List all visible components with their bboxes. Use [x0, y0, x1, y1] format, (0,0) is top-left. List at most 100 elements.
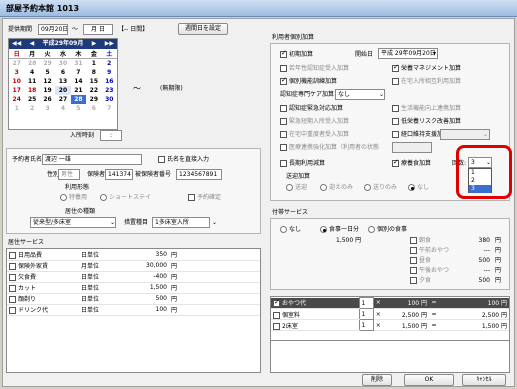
item-checkbox[interactable] — [9, 251, 16, 259]
item-checkbox[interactable] — [9, 285, 16, 292]
transport-option[interactable]: 送りのみ — [364, 183, 397, 192]
meal-radio[interactable] — [320, 226, 327, 233]
item-checkbox[interactable] — [9, 274, 16, 281]
list-item[interactable]: おやつ代 1 × 100 円 = 100 円 — [271, 297, 509, 309]
meal-item[interactable]: 朝食 — [410, 236, 431, 245]
therapy-food-checkbox[interactable]: 療養食加算 — [392, 158, 431, 168]
period-end-field[interactable]: 月 日 — [83, 24, 113, 35]
entry-time-field[interactable]: : — [100, 130, 122, 141]
transport-radio[interactable] — [408, 184, 415, 191]
chevron-down-icon[interactable]: ⌄ — [110, 218, 115, 227]
direct-entry-checkbox[interactable]: 氏名を直接入力 — [158, 155, 209, 164]
list-item[interactable]: カット 日単位 1,500 円 — [7, 282, 260, 294]
oral-support-box[interactable] — [392, 131, 399, 138]
transport-option[interactable]: 迎えのみ — [320, 183, 353, 192]
calendar-day[interactable]: 8 — [86, 68, 101, 77]
list-item[interactable]: 顔剃り 日単位 500 円 — [7, 293, 260, 305]
meal-item[interactable]: 夕食 — [410, 276, 431, 285]
therapy-food-box[interactable] — [392, 158, 399, 167]
calendar-day[interactable]: 13 — [55, 77, 70, 86]
item-qty[interactable]: 1 — [358, 308, 374, 320]
calendar-day[interactable]: 12 — [40, 77, 55, 86]
calendar-day[interactable]: 5 — [40, 68, 55, 77]
calendar-day[interactable]: 15 — [86, 77, 101, 86]
meal-option[interactable]: 食事一日分 — [320, 225, 359, 234]
calendar-day[interactable]: 31 — [71, 59, 86, 68]
insurer-field[interactable]: 141374 — [105, 169, 133, 180]
item-checkbox[interactable] — [9, 263, 16, 270]
addition-checkbox[interactable]: 個別機能訓練加算 — [280, 76, 337, 86]
low-nutrition-checkbox[interactable]: 低栄養リスク改善加算 — [392, 117, 461, 126]
addition-checkbox[interactable]: 在宅中重度者受入加算 — [280, 130, 349, 139]
confirmed-checkbox[interactable]: 予約確定 — [188, 193, 221, 202]
addition-box[interactable] — [280, 160, 287, 167]
calendar-day[interactable]: 27 — [9, 59, 24, 68]
addition-checkbox[interactable]: 医療連携強化加算（利用者の状態 — [280, 143, 379, 152]
chevron-down-icon[interactable]: ▾ — [433, 49, 436, 58]
item-checkbox[interactable] — [9, 307, 16, 314]
meal-radio[interactable] — [280, 226, 287, 233]
calendar-day[interactable]: 4 — [24, 68, 39, 77]
calendar-day[interactable]: 24 — [9, 95, 24, 104]
direct-entry-box[interactable] — [158, 156, 165, 163]
addition-box[interactable] — [280, 76, 287, 85]
calendar-day-today[interactable]: 28 — [70, 94, 87, 104]
list-item[interactable]: 欠食費 日単位 -400 円 — [7, 271, 260, 283]
nutrition-box[interactable] — [392, 63, 399, 72]
calendar-day[interactable]: 6 — [86, 104, 101, 113]
low-nutrition-box[interactable] — [392, 118, 399, 125]
calendar-day[interactable]: 19 — [40, 86, 55, 95]
home-return-box[interactable] — [392, 78, 399, 85]
transport-option[interactable]: なし — [408, 183, 429, 192]
item-checkbox[interactable] — [9, 296, 16, 303]
usage-option-tokuyo[interactable]: 特養用 — [60, 193, 87, 202]
usage-radio[interactable] — [60, 194, 67, 201]
calendar-day[interactable]: 7 — [71, 68, 86, 77]
usage-option-shortstay[interactable]: ショートステイ — [100, 193, 151, 202]
life-support-checkbox[interactable]: 生活機能向上連携加算 — [392, 104, 461, 113]
calendar-day[interactable]: 17 — [9, 86, 24, 95]
calendar-day[interactable]: 22 — [86, 86, 101, 95]
calendar-day[interactable]: 9 — [102, 68, 117, 77]
meal-item-box[interactable] — [410, 247, 417, 254]
addition-box[interactable] — [280, 65, 287, 72]
room-type-select[interactable]: 従来型/多床室 — [30, 217, 116, 228]
reserver-name-field[interactable]: 渡辺 一雄 — [42, 154, 142, 165]
transport-option[interactable]: 送迎 — [286, 183, 307, 192]
insured-number-field[interactable]: 1234567891 — [176, 169, 222, 180]
calendar-day[interactable]: 29 — [86, 95, 101, 104]
item-checkbox[interactable] — [273, 311, 280, 319]
confirmed-box[interactable] — [188, 194, 195, 201]
addition-box[interactable] — [280, 49, 287, 58]
calendar-day[interactable]: 21 — [71, 86, 86, 95]
item-checkbox[interactable] — [273, 298, 280, 308]
calendar-day[interactable]: 14 — [71, 77, 86, 86]
addition-checkbox[interactable]: 緊急短期入所受入加算 — [280, 117, 349, 126]
item-qty[interactable]: 1 — [358, 319, 374, 331]
medical-select[interactable] — [392, 142, 432, 153]
calendar-day[interactable]: 2 — [102, 59, 117, 68]
list-item[interactable]: ドリンク代 日単位 100 円 — [7, 304, 260, 316]
repeat-days-button[interactable]: 週間日を設定 — [178, 23, 228, 35]
calendar-day[interactable]: 1 — [86, 59, 101, 68]
life-support-box[interactable] — [392, 105, 399, 112]
chevron-down-icon[interactable]: ⌄ — [379, 90, 384, 99]
transport-radio[interactable] — [286, 184, 293, 191]
calendar-day[interactable]: 3 — [9, 68, 24, 77]
calendar-day[interactable]: 4 — [55, 104, 70, 113]
addition-checkbox[interactable]: 初期加算 — [280, 49, 313, 59]
delete-button[interactable]: 削除 — [362, 374, 392, 386]
meal-item[interactable]: 午前おやつ — [410, 246, 449, 255]
meal-item[interactable]: 午後おやつ — [410, 266, 449, 275]
calendar-day[interactable]: 26 — [40, 95, 55, 104]
meal-item-box[interactable] — [410, 257, 417, 264]
transport-radio[interactable] — [320, 184, 327, 191]
calendar-day[interactable]: 2 — [24, 104, 39, 113]
transport-radio[interactable] — [364, 184, 371, 191]
cancel-button[interactable]: ｷｬﾝｾﾙ — [462, 374, 506, 386]
home-return-checkbox[interactable]: 在宅入所相互利用加算 — [392, 77, 461, 86]
calendar-day[interactable]: 18 — [24, 86, 39, 95]
item-checkbox[interactable] — [273, 322, 280, 330]
list-item[interactable]: 日用品費 日単位 350 円 — [7, 249, 260, 261]
calendar-day[interactable]: 16 — [102, 77, 117, 86]
